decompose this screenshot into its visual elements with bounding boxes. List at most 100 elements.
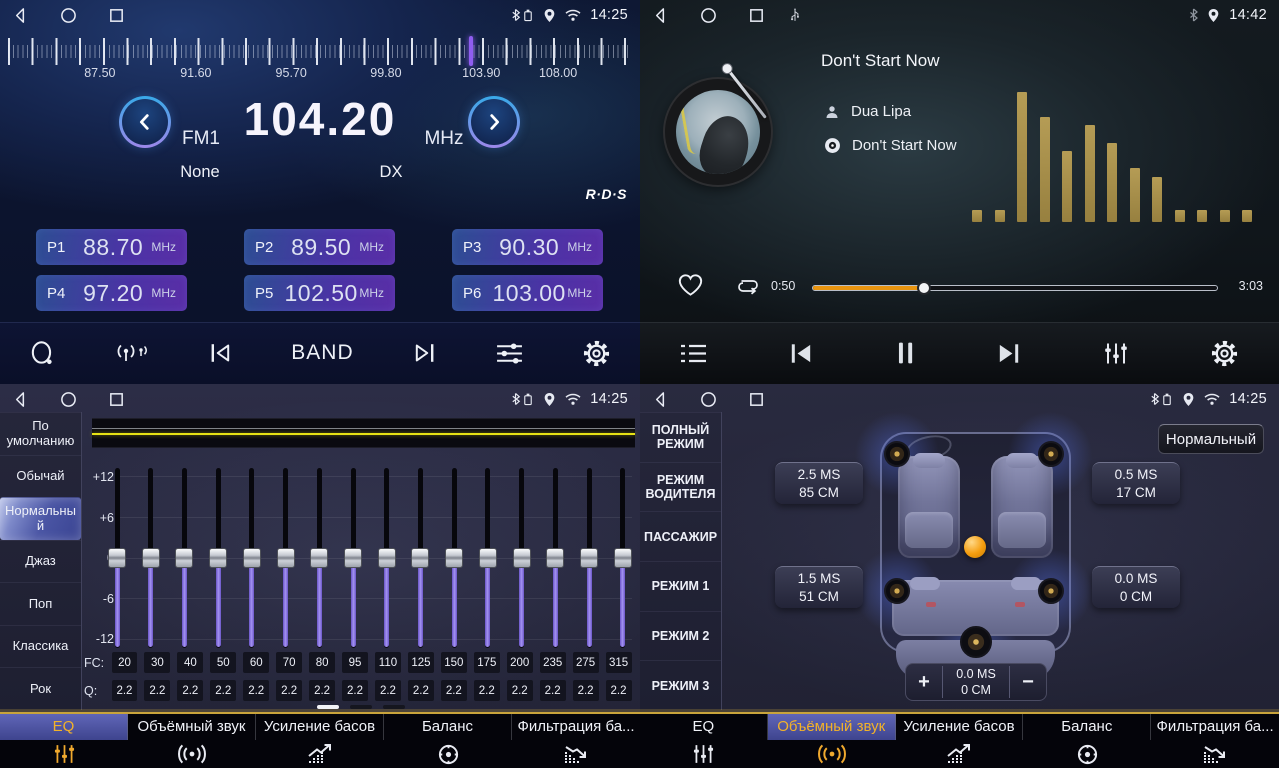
sf-mode-item[interactable]: ПОЛНЫЙ РЕЖИМ xyxy=(640,412,721,462)
slider-knob[interactable] xyxy=(277,548,295,568)
audio-settings-button[interactable] xyxy=(1103,341,1129,366)
sf-mode-item[interactable]: РЕЖИМ 3 xyxy=(640,660,721,710)
sf-preset-button[interactable]: Нормальный xyxy=(1158,424,1264,454)
tab-surround[interactable]: Объёмный звук xyxy=(128,714,256,768)
tab-bass-boost[interactable]: Усиление басов xyxy=(256,714,384,768)
sf-mode-item[interactable]: РЕЖИМ 2 xyxy=(640,611,721,661)
eq-preset-item[interactable]: Классика xyxy=(0,625,81,668)
preset-button[interactable]: P4 97.20 MHz xyxy=(36,275,187,311)
slider-knob[interactable] xyxy=(108,548,126,568)
tab-filter[interactable]: Фильтрация ба... xyxy=(512,714,640,768)
eq-band-slider[interactable] xyxy=(310,468,328,648)
page-dot[interactable] xyxy=(383,705,405,709)
listening-position-handle[interactable] xyxy=(964,536,986,558)
eq-band-slider[interactable] xyxy=(108,468,126,648)
pause-button[interactable] xyxy=(895,341,916,365)
next-button[interactable] xyxy=(412,342,437,364)
eq-preset-item[interactable]: Нормальный xyxy=(0,497,81,540)
eq-band-slider[interactable] xyxy=(513,468,531,648)
eq-band-slider[interactable] xyxy=(142,468,160,648)
preset-button[interactable]: P5 102.50 MHz xyxy=(244,275,395,311)
eq-band-slider[interactable] xyxy=(175,468,193,648)
slider-knob[interactable] xyxy=(243,548,261,568)
eq-band-slider[interactable] xyxy=(209,468,227,648)
back-icon[interactable] xyxy=(12,7,29,24)
playlist-button[interactable] xyxy=(680,343,707,364)
eq-band-slider[interactable] xyxy=(277,468,295,648)
delay-increase-button[interactable]: + xyxy=(906,671,942,694)
slider-knob[interactable] xyxy=(411,548,429,568)
recents-icon[interactable] xyxy=(748,391,765,408)
broadcast-button[interactable] xyxy=(114,340,150,366)
slider-knob[interactable] xyxy=(344,548,362,568)
tab-balance[interactable]: Баланс xyxy=(1023,714,1151,768)
next-track-button[interactable] xyxy=(996,342,1022,365)
front-left-delay-button[interactable]: 2.5 MS85 CM xyxy=(775,462,863,504)
delay-decrease-button[interactable]: − xyxy=(1010,671,1046,694)
eq-preset-item[interactable]: Джаз xyxy=(0,540,81,583)
slider-knob[interactable] xyxy=(614,548,632,568)
seek-bar-knob[interactable] xyxy=(917,281,931,295)
previous-track-button[interactable] xyxy=(788,342,814,365)
tab-bass-boost[interactable]: Усиление басов xyxy=(896,714,1024,768)
settings-button[interactable] xyxy=(1210,339,1239,368)
recents-icon[interactable] xyxy=(108,7,125,24)
eq-band-slider[interactable] xyxy=(411,468,429,648)
eq-band-slider[interactable] xyxy=(378,468,396,648)
eq-band-slider[interactable] xyxy=(546,468,564,648)
slider-knob[interactable] xyxy=(310,548,328,568)
preset-button[interactable]: P6 103.00 MHz xyxy=(452,275,603,311)
slider-knob[interactable] xyxy=(142,548,160,568)
settings-button[interactable] xyxy=(582,339,611,368)
slider-knob[interactable] xyxy=(479,548,497,568)
seek-bar[interactable] xyxy=(812,285,1218,291)
tab-eq[interactable]: EQ xyxy=(640,714,768,768)
rear-left-delay-button[interactable]: 1.5 MS51 CM xyxy=(775,566,863,608)
back-icon[interactable] xyxy=(652,7,669,24)
eq-band-slider[interactable] xyxy=(479,468,497,648)
tuner-scale[interactable] xyxy=(8,36,632,66)
eq-preset-item[interactable]: По умолчанию xyxy=(0,412,81,455)
tab-filter[interactable]: Фильтрация ба... xyxy=(1151,714,1279,768)
slider-knob[interactable] xyxy=(546,548,564,568)
tab-balance[interactable]: Баланс xyxy=(384,714,512,768)
eq-band-slider[interactable] xyxy=(580,468,598,648)
page-dot-active[interactable] xyxy=(317,705,339,709)
slider-knob[interactable] xyxy=(209,548,227,568)
band-button[interactable]: BAND xyxy=(291,341,353,365)
eq-band-slider[interactable] xyxy=(614,468,632,648)
slider-knob[interactable] xyxy=(445,548,463,568)
front-right-delay-button[interactable]: 0.5 MS17 CM xyxy=(1092,462,1180,504)
slider-knob[interactable] xyxy=(580,548,598,568)
home-icon[interactable] xyxy=(700,391,717,408)
rear-right-delay-button[interactable]: 0.0 MS0 CM xyxy=(1092,566,1180,608)
audio-settings-button[interactable] xyxy=(495,341,524,366)
tab-surround[interactable]: Объёмный звук xyxy=(768,714,896,768)
slider-knob[interactable] xyxy=(175,548,193,568)
back-icon[interactable] xyxy=(12,391,29,408)
scan-button[interactable] xyxy=(29,340,56,367)
preset-button[interactable]: P1 88.70 MHz xyxy=(36,229,187,265)
preset-button[interactable]: P2 89.50 MHz xyxy=(244,229,395,265)
home-icon[interactable] xyxy=(60,7,77,24)
sf-mode-item[interactable]: РЕЖИМ ВОДИТЕЛЯ xyxy=(640,462,721,512)
eq-band-slider[interactable] xyxy=(445,468,463,648)
recents-icon[interactable] xyxy=(108,391,125,408)
eq-preset-item[interactable]: Поп xyxy=(0,582,81,625)
page-dot[interactable] xyxy=(350,705,372,709)
tune-up-button[interactable] xyxy=(468,96,520,148)
home-icon[interactable] xyxy=(700,7,717,24)
sf-mode-item[interactable]: РЕЖИМ 1 xyxy=(640,561,721,611)
previous-button[interactable] xyxy=(208,342,233,364)
eq-band-slider[interactable] xyxy=(243,468,261,648)
sf-mode-item[interactable]: ПАССАЖИР xyxy=(640,511,721,561)
favorite-button[interactable] xyxy=(677,272,704,302)
back-icon[interactable] xyxy=(652,391,669,408)
slider-knob[interactable] xyxy=(513,548,531,568)
slider-knob[interactable] xyxy=(378,548,396,568)
tab-eq[interactable]: EQ xyxy=(0,714,128,768)
eq-preset-item[interactable]: Рок xyxy=(0,667,81,710)
eq-band-slider[interactable] xyxy=(344,468,362,648)
preset-button[interactable]: P3 90.30 MHz xyxy=(452,229,603,265)
home-icon[interactable] xyxy=(60,391,77,408)
